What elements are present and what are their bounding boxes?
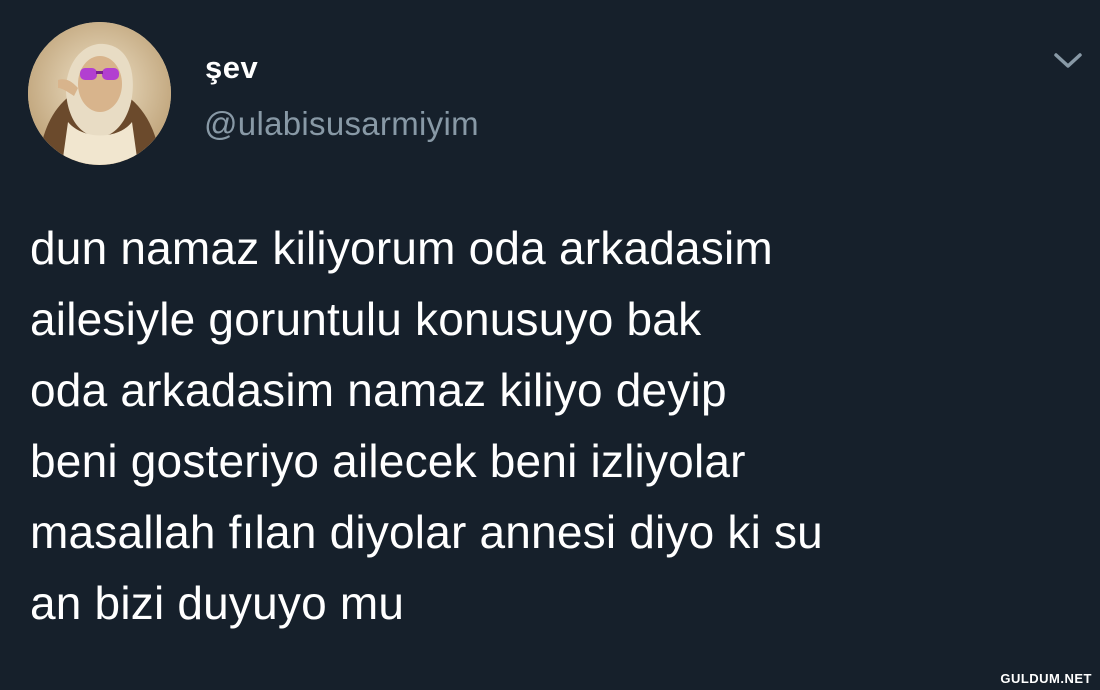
- tweet-menu-button[interactable]: [1052, 50, 1084, 72]
- tweet-card: şev @ulabisusarmiyim dun namaz kiliyorum…: [0, 0, 1100, 690]
- tweet-text-line: an bizi duyuyo mu: [30, 577, 405, 629]
- display-name[interactable]: şev: [205, 50, 258, 86]
- tweet-text-line: oda arkadasim namaz kiliyo deyip: [30, 364, 727, 416]
- tweet-text-line: masallah fılan diyolar annesi diyo ki su: [30, 506, 823, 558]
- tweet-text: dun namaz kiliyorum oda arkadasim ailesi…: [30, 213, 1080, 639]
- avatar[interactable]: [28, 22, 171, 165]
- user-handle[interactable]: @ulabisusarmiyim: [204, 105, 479, 143]
- tweet-text-line: beni gosteriyo ailecek beni izliyolar: [30, 435, 746, 487]
- profile-photo-icon: [28, 22, 171, 165]
- watermark: GULDUM.NET: [1000, 671, 1092, 686]
- tweet-text-line: dun namaz kiliyorum oda arkadasim: [30, 222, 773, 274]
- tweet-text-line: ailesiyle goruntulu konusuyo bak: [30, 293, 702, 345]
- chevron-down-icon: [1054, 53, 1082, 68]
